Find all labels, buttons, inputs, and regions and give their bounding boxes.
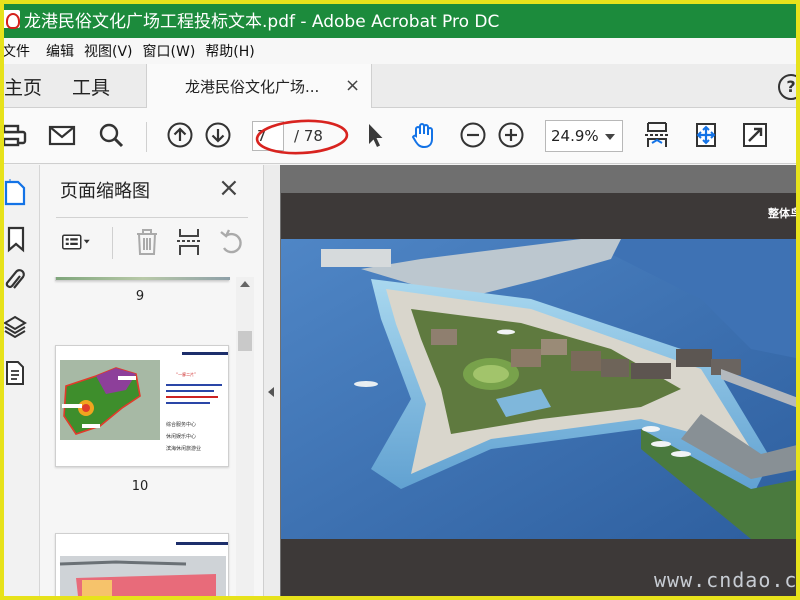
layers-icon[interactable]	[3, 313, 27, 341]
delete-page-icon[interactable]	[132, 227, 162, 257]
thumbnail-text: 综合服务中心	[166, 421, 196, 428]
close-tab-icon[interactable]: ×	[345, 75, 360, 96]
hand-tool-icon[interactable]	[408, 120, 438, 150]
fit-page-icon[interactable]	[691, 120, 721, 150]
document-view[interactable]: 整体鸟	[280, 165, 800, 600]
tab-document[interactable]: 龙港民俗文化广场... ×	[146, 64, 372, 109]
watermark-text: www.cndao.com	[654, 568, 800, 592]
aerial-rendering-image	[281, 239, 800, 539]
toolbar-separator	[112, 227, 113, 259]
menu-bar: 文件 编辑 视图(V) 窗口(W) 帮助(H)	[0, 38, 800, 64]
next-page-icon[interactable]	[203, 120, 233, 150]
thumbnail-scrollbar[interactable]	[236, 277, 254, 600]
toolbar	[0, 108, 800, 164]
attachment-icon[interactable]	[3, 267, 27, 295]
scrollbar-thumb[interactable]	[238, 331, 252, 351]
bookmark-icon[interactable]	[3, 225, 27, 253]
navigation-rail	[0, 165, 40, 600]
menu-edit[interactable]: 编辑	[46, 41, 84, 61]
red-circle-annotation	[255, 119, 349, 155]
page-header-text: 整体鸟	[768, 207, 800, 220]
extract-page-icon[interactable]	[174, 227, 204, 257]
thumbnail-options-icon[interactable]	[62, 227, 92, 257]
pdf-page: 整体鸟	[281, 193, 800, 600]
menu-window[interactable]: 窗口(W)	[143, 41, 206, 61]
menu-view[interactable]: 视图(V)	[84, 41, 143, 61]
more-tools-icon[interactable]	[784, 120, 800, 150]
help-icon[interactable]: ?	[778, 74, 800, 100]
chevron-down-icon	[605, 134, 615, 140]
page-number-label: 10	[131, 479, 149, 494]
menu-help[interactable]: 帮助(H)	[205, 41, 264, 61]
page-display-icon[interactable]	[642, 120, 672, 150]
search-icon[interactable]	[96, 120, 126, 150]
chevron-left-icon	[268, 387, 274, 397]
panel-collapse-handle[interactable]	[264, 165, 280, 600]
thumbnail-panel: 页面缩略图 × 9 “一廊二片” 综合服务中心 休闲娱乐中心 滨海休闲旅游业 1…	[40, 165, 264, 600]
tab-document-label: 龙港民俗文化广场...	[185, 78, 320, 96]
zoom-value: 24.9%	[551, 127, 599, 145]
divider	[56, 217, 248, 218]
panel-title: 页面缩略图	[60, 181, 150, 202]
full-screen-icon[interactable]	[740, 120, 770, 150]
menu-file[interactable]: 文件	[0, 41, 46, 61]
close-panel-icon[interactable]: ×	[218, 175, 240, 201]
email-icon[interactable]	[47, 120, 77, 150]
toolbar-separator	[146, 122, 147, 152]
print-icon[interactable]	[0, 120, 30, 150]
scroll-up-icon[interactable]	[240, 281, 250, 287]
previous-page-icon[interactable]	[165, 120, 195, 150]
tab-home[interactable]: 主页	[4, 73, 42, 100]
thumbnail-text: “一廊二片”	[176, 371, 196, 377]
thumbnail-list: 9 “一廊二片” 综合服务中心 休闲娱乐中心 滨海休闲旅游业 10	[40, 277, 240, 600]
rotate-page-icon[interactable]	[216, 227, 246, 257]
zoom-select[interactable]: 24.9%	[545, 120, 623, 152]
thumbnail-text: 滨海休闲旅游业	[166, 445, 201, 452]
page-number-label: 9	[135, 289, 145, 304]
document-icon[interactable]	[3, 359, 27, 387]
thumbnail-page-11[interactable]	[55, 533, 229, 600]
acrobat-icon	[2, 10, 20, 29]
window-title: 龙港民俗文化广场工程投标文本.pdf - Adobe Acrobat Pro D…	[24, 11, 500, 32]
zoom-in-icon[interactable]	[496, 120, 526, 150]
thumbnail-text: 休闲娱乐中心	[166, 433, 196, 440]
thumbnail-page-10[interactable]: “一廊二片” 综合服务中心 休闲娱乐中心 滨海休闲旅游业	[55, 345, 229, 467]
select-cursor-icon[interactable]	[360, 120, 390, 150]
page-thumbnails-icon[interactable]	[3, 179, 27, 207]
tab-tools[interactable]: 工具	[72, 73, 110, 100]
zoom-out-icon[interactable]	[458, 120, 488, 150]
title-bar: 龙港民俗文化广场工程投标文本.pdf - Adobe Acrobat Pro D…	[0, 0, 800, 38]
thumbnail-page-9[interactable]	[55, 277, 230, 281]
tab-bar: 主页 工具 龙港民俗文化广场... × ?	[0, 64, 800, 109]
